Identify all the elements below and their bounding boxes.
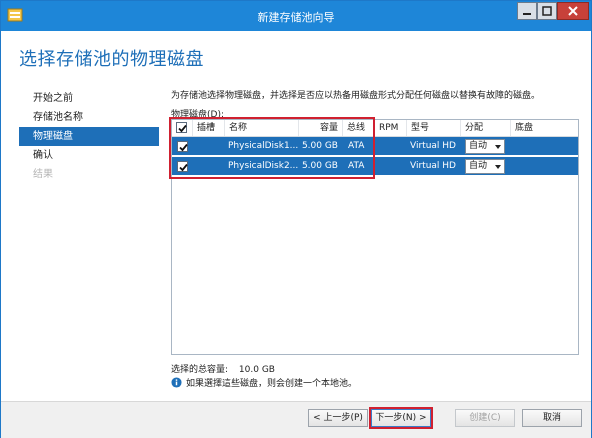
nav-item-confirmation[interactable]: 确认 (19, 146, 159, 165)
chevron-down-icon (495, 165, 501, 169)
cell-chassis (514, 157, 574, 175)
column-header-model[interactable]: 型号 (406, 120, 460, 136)
info-text: 如果選擇這些磁盘，则会创建一个本地池。 (186, 379, 358, 389)
column-header-rpm[interactable]: RPM (374, 120, 406, 136)
cancel-button[interactable]: 取消 (522, 409, 582, 427)
wizard-steps-nav: 开始之前 存储池名称 物理磁盘 确认 结果 (19, 89, 159, 184)
cell-rpm (378, 137, 406, 155)
highlight-annotation (169, 117, 375, 179)
cell-rpm (378, 157, 406, 175)
page-title: 选择存储池的物理磁盘 (19, 49, 204, 70)
nav-item-before-you-begin[interactable]: 开始之前 (19, 89, 159, 108)
allocation-value: 自动 (469, 141, 488, 151)
chevron-down-icon (495, 145, 501, 149)
column-header-allocation[interactable]: 分配 (460, 120, 510, 136)
cell-model: Virtual HD (410, 141, 456, 151)
nav-item-physical-disks[interactable]: 物理磁盘 (19, 127, 159, 146)
next-button-highlight (369, 407, 433, 429)
create-button: 创建(C) (455, 409, 515, 427)
maximize-button[interactable] (537, 2, 557, 20)
close-button[interactable] (557, 2, 589, 20)
minimize-icon (523, 13, 531, 15)
page-description: 为存储池选择物理磁盘，并选择是否应以热备用磁盘形式分配任何磁盘以替换有故障的磁盘… (171, 91, 541, 101)
info-icon (171, 377, 182, 388)
total-capacity-value: 10.0 GB (238, 365, 275, 375)
nav-item-results: 结果 (33, 169, 53, 180)
nav-item-pool-name[interactable]: 存储池名称 (19, 108, 159, 127)
window-title: 新建存储池向导 (257, 11, 335, 24)
column-header-chassis[interactable]: 底盘 (510, 120, 578, 136)
cell-chassis (514, 137, 574, 155)
cell-model: Virtual HD (410, 161, 456, 171)
allocation-value: 自动 (469, 161, 488, 171)
info-message: 如果選擇這些磁盘，则会创建一个本地池。 (171, 376, 357, 389)
wizard-window: 新建存储池向导 选择存储池的物理磁盘 开始之前 存储池名称 物理磁盘 确认 结果… (0, 0, 592, 438)
total-capacity-row: 选择的总容量: 10.0 GB (171, 362, 275, 375)
title-bar[interactable]: 新建存储池向导 (1, 1, 591, 31)
minimize-button[interactable] (517, 2, 537, 20)
close-icon (568, 6, 578, 16)
total-capacity-label: 选择的总容量: (171, 365, 229, 375)
previous-button[interactable]: < 上一步(P) (308, 409, 368, 427)
maximize-icon (542, 6, 552, 16)
allocation-dropdown[interactable]: 自动 (465, 159, 505, 174)
allocation-dropdown[interactable]: 自动 (465, 139, 505, 154)
